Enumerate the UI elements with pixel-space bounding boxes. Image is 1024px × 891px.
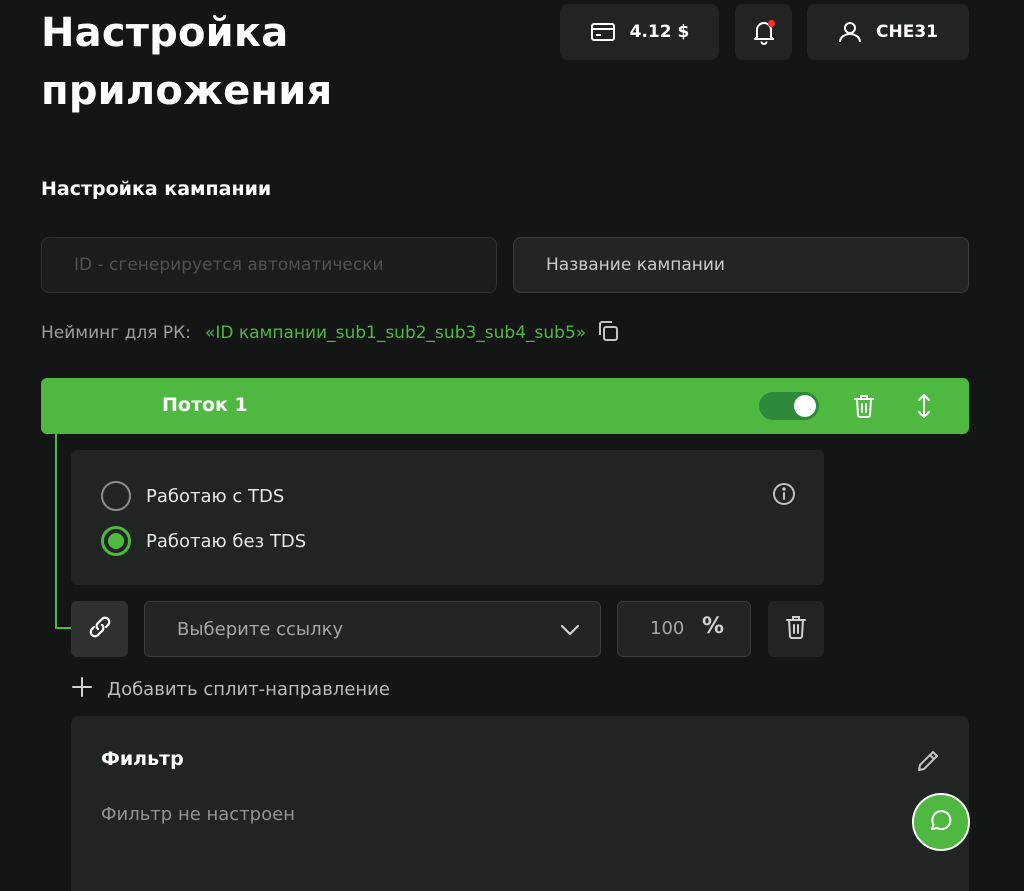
naming-value: «ID кампании_sub1_sub2_sub3_sub4_sub5»: [204, 323, 587, 343]
link-button[interactable]: [71, 601, 128, 657]
campaign-id-field: ID - сгенерируется автоматически: [41, 237, 497, 293]
add-split-button[interactable]: Добавить сплит-направление: [71, 674, 390, 704]
option-without-tds[interactable]: Работаю без TDS: [101, 526, 306, 556]
naming-row: Нейминг для РК: «ID кампании_sub1_sub2_s…: [41, 318, 620, 348]
trash-icon: [785, 615, 807, 643]
delete-stream-icon[interactable]: [850, 392, 878, 420]
add-split-label: Добавить сплит-направление: [107, 678, 390, 700]
delete-split-button[interactable]: [768, 601, 824, 657]
page-title: Настройка приложения: [41, 10, 333, 114]
radio-unselected[interactable]: [101, 481, 131, 511]
percent-value: 100: [650, 618, 685, 639]
option-label: Работаю с TDS: [146, 485, 285, 507]
tree-connector: [55, 434, 57, 629]
link-icon: [87, 614, 113, 644]
option-with-tds[interactable]: Работаю с TDS: [101, 481, 284, 511]
balance-value: 4.12 $: [629, 22, 690, 42]
option-label: Работаю без TDS: [146, 530, 307, 552]
bell-icon: [750, 18, 778, 46]
filter-title: Фильтр: [101, 748, 184, 770]
naming-label: Нейминг для РК:: [41, 323, 191, 343]
tds-mode-card: Работаю с TDS Работаю без TDS: [71, 450, 824, 585]
chat-support-button[interactable]: [912, 793, 970, 851]
notification-dot: [767, 20, 775, 27]
chat-icon: [928, 807, 954, 837]
reorder-icon[interactable]: [910, 392, 938, 420]
toggle-knob: [794, 395, 816, 417]
plus-icon: [71, 676, 93, 703]
link-select-placeholder: Выберите ссылку: [177, 618, 344, 640]
campaign-section-title: Настройка кампании: [41, 178, 272, 200]
link-select[interactable]: Выберите ссылку: [144, 601, 601, 657]
info-icon[interactable]: [771, 481, 797, 507]
user-icon: [838, 20, 862, 44]
percent-sign: %: [702, 614, 725, 639]
radio-selected[interactable]: [101, 526, 131, 556]
campaign-name-input[interactable]: Название кампании: [513, 237, 969, 293]
tree-connector-branch: [55, 627, 71, 629]
filter-status: Фильтр не настроен: [101, 804, 295, 825]
pencil-icon[interactable]: [914, 747, 942, 775]
stream-toggle[interactable]: [759, 392, 819, 420]
stream-header: Поток 1: [41, 378, 969, 434]
chevron-down-icon: [558, 618, 582, 642]
user-menu-button[interactable]: CHE31: [807, 4, 969, 60]
split-percent-input[interactable]: 100 %: [617, 601, 751, 657]
username: CHE31: [876, 22, 938, 42]
filter-card: Фильтр Фильтр не настроен: [71, 716, 969, 891]
copy-icon[interactable]: [596, 319, 620, 348]
stream-title: Поток 1: [162, 394, 248, 416]
balance-button[interactable]: 4.12 $: [560, 4, 719, 60]
card-icon: [590, 21, 616, 43]
app-settings-page: Настройка приложения 4.12 $ CHE31 Настро…: [0, 0, 1024, 891]
notifications-button[interactable]: [735, 4, 792, 60]
